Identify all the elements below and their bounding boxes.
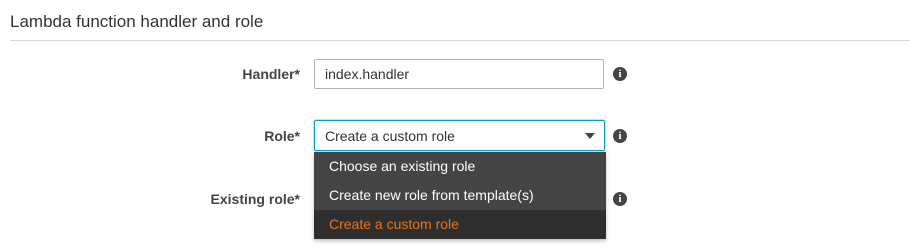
role-select-value: Create a custom role [325, 128, 455, 144]
dropdown-option-create-custom-role[interactable]: Create a custom role [314, 210, 606, 239]
handler-info-icon[interactable]: i [613, 67, 627, 81]
section-divider [10, 40, 910, 41]
role-select[interactable]: Create a custom role [314, 120, 605, 151]
dropdown-option-create-role-from-template[interactable]: Create new role from template(s) [314, 181, 606, 210]
existing-role-label: Existing role* [210, 191, 300, 207]
existing-role-info-icon[interactable]: i [613, 192, 627, 206]
role-label: Role* [264, 128, 300, 144]
dropdown-option-choose-existing-role[interactable]: Choose an existing role [314, 152, 606, 181]
role-dropdown-menu: Choose an existing role Create new role … [314, 152, 606, 239]
lambda-handler-role-section: Lambda function handler and role Handler… [0, 0, 922, 250]
role-info-icon[interactable]: i [613, 129, 627, 143]
chevron-down-icon [585, 133, 595, 139]
section-title: Lambda function handler and role [10, 12, 264, 31]
handler-input[interactable] [314, 59, 604, 89]
handler-label: Handler* [242, 66, 300, 82]
